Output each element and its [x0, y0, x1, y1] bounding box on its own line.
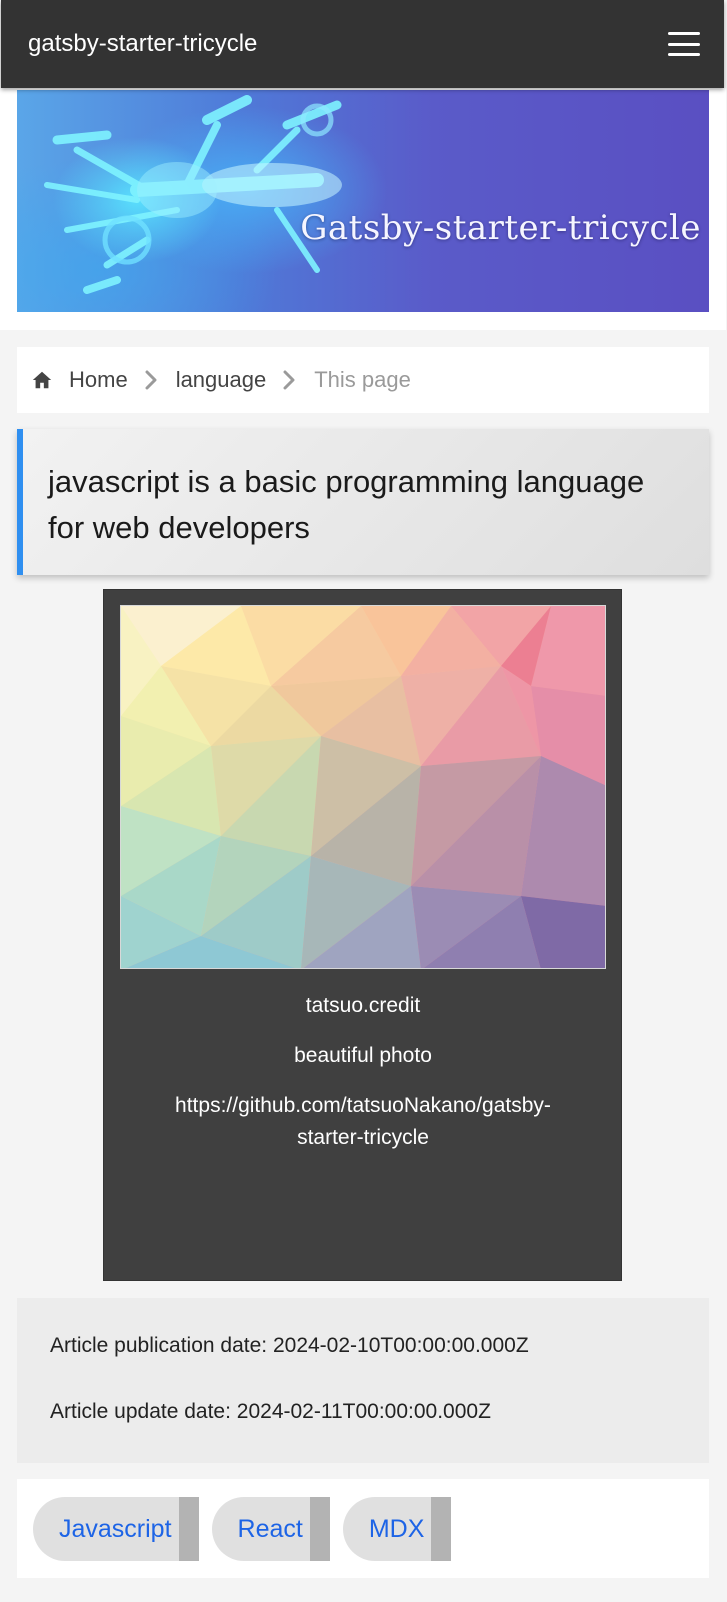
tricycle-illustration — [44, 95, 342, 294]
breadcrumb: Home language This page — [17, 347, 709, 413]
update-date: Article update date: 2024-02-11T00:00:00… — [50, 1400, 491, 1423]
chevron-right-icon — [283, 370, 295, 390]
photo-source-link[interactable]: https://github.com/tatsuoNakano/gatsby-s… — [120, 1090, 606, 1154]
tag-edge — [431, 1497, 452, 1561]
tag-label: React — [237, 1514, 303, 1543]
chevron-right-icon — [145, 370, 157, 390]
publication-date: Article publication date: 2024-02-10T00:… — [50, 1334, 529, 1357]
breadcrumb-current: This page — [314, 367, 411, 392]
page-title: javascript is a basic programming langua… — [48, 464, 645, 545]
tag-edge — [309, 1497, 330, 1561]
site-title[interactable]: gatsby-starter-tricycle — [28, 30, 257, 58]
article-dates: Article publication date: 2024-02-10T00:… — [17, 1298, 709, 1463]
tag-react[interactable]: React — [211, 1497, 330, 1561]
breadcrumb-language[interactable]: language — [176, 367, 267, 393]
tag-edge — [178, 1497, 199, 1561]
photo-description: beautiful photo — [294, 1044, 432, 1067]
tag-label: MDX — [368, 1514, 425, 1543]
featured-image — [120, 605, 606, 969]
tag-mdx[interactable]: MDX — [342, 1497, 452, 1561]
tag-javascript[interactable]: Javascript — [33, 1497, 199, 1561]
hero-section: Gatsby-starter-tricycle — [0, 88, 726, 330]
tag-list: Javascript React MDX — [17, 1479, 709, 1578]
tag-label: Javascript — [59, 1514, 172, 1543]
article-title-box: javascript is a basic programming langua… — [17, 429, 709, 575]
lowpoly-image — [121, 606, 605, 968]
photo-card: tatsuo.credit beautiful photo https://gi… — [103, 589, 622, 1281]
site-header: gatsby-starter-tricycle — [1, 0, 724, 88]
home-icon[interactable] — [31, 369, 53, 391]
hero-title: Gatsby-starter-tricycle — [300, 208, 701, 248]
breadcrumb-home[interactable]: Home — [69, 367, 128, 393]
photo-credit: tatsuo.credit — [305, 994, 421, 1017]
hamburger-menu-icon[interactable] — [668, 30, 700, 58]
hero-image: Gatsby-starter-tricycle — [17, 90, 709, 312]
